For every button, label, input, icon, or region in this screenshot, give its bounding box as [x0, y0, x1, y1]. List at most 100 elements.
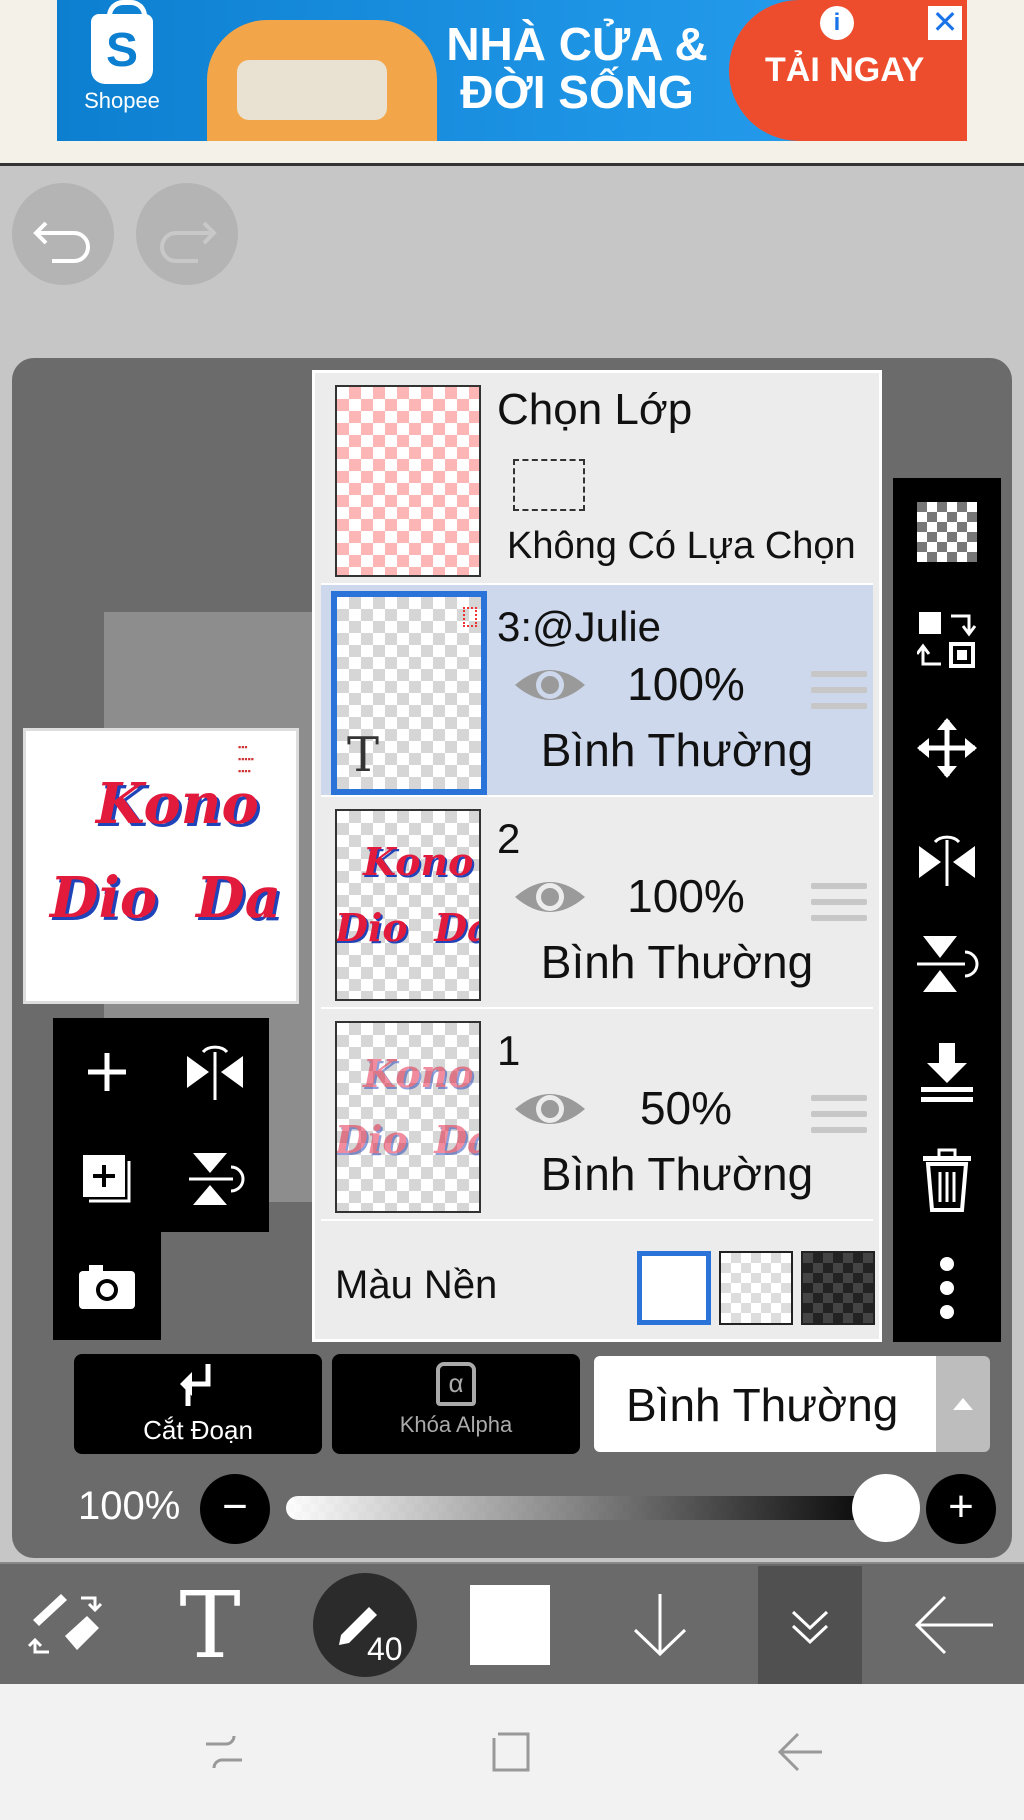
opacity-value-label: 100% — [78, 1484, 181, 1528]
layer-down-button[interactable] — [610, 1564, 710, 1686]
color-swatch — [470, 1585, 550, 1665]
layer-row-2[interactable]: Kono Dio Da 2 100% Bình Thường — [321, 797, 873, 1009]
system-back-icon[interactable] — [772, 1724, 828, 1780]
recent-apps-icon[interactable] — [196, 1724, 252, 1780]
arrow-left-icon — [914, 1595, 993, 1655]
arrow-down-icon — [633, 1594, 687, 1657]
drag-handle-icon[interactable] — [811, 1095, 867, 1139]
trash-icon — [923, 1148, 971, 1212]
thumb-text-line2: Dio Da — [335, 1117, 481, 1162]
ad-close-icon[interactable]: ✕ — [928, 6, 962, 40]
bg-white-swatch[interactable] — [637, 1251, 711, 1325]
brush-tool-button[interactable]: 40 — [300, 1564, 430, 1686]
layers-panel: Chọn Lớp Không Có Lựa Chọn T 3:@Julie 10… — [312, 370, 882, 1342]
drag-handle-icon[interactable] — [811, 671, 867, 715]
layer-thumbnail: Kono Dio Da — [335, 809, 481, 1001]
text-tool-button[interactable]: T — [155, 1564, 265, 1686]
blend-mode-select[interactable]: Bình Thường — [594, 1356, 990, 1452]
selection-status: Không Có Lựa Chọn — [507, 525, 856, 567]
text-layer-icon: T — [347, 727, 380, 783]
move-layer-icon — [917, 612, 977, 668]
more-options-button[interactable] — [893, 1234, 1001, 1342]
shopee-logo: S Shopee — [79, 0, 165, 126]
add-layer-button[interactable] — [53, 1018, 161, 1125]
selection-rect-icon — [513, 459, 585, 511]
ad-headline-line2: ĐỜI SỐNG — [460, 66, 694, 118]
transparency-button[interactable] — [893, 478, 1001, 586]
bottom-toolbar: T 40 — [0, 1562, 1024, 1684]
blend-mode-value: Bình Thường — [626, 1379, 899, 1431]
selection-tool-button[interactable] — [10, 1564, 120, 1686]
brush-size-value: 40 — [367, 1631, 403, 1667]
opacity-increase-button[interactable]: + — [926, 1474, 996, 1544]
background-color-label: Màu Nền — [335, 1263, 498, 1307]
flip-icon — [187, 1045, 243, 1100]
thumb-text-line1: Kono — [363, 839, 474, 884]
pen-eraser-icon — [27, 1594, 103, 1654]
thumb-text-line1: Kono — [363, 1051, 474, 1096]
layer-row-1[interactable]: Kono Dio Da 1 50% Bình Thường — [321, 1009, 873, 1221]
delete-layer-button[interactable] — [893, 1126, 1001, 1234]
layer-thumbnail: T — [331, 591, 487, 795]
brush-size-indicator: 40 — [313, 1573, 417, 1677]
layer-panel-toggle-button[interactable] — [758, 1566, 862, 1684]
layer-thumbnail: Kono Dio Da — [335, 1021, 481, 1213]
opacity-slider-knob[interactable] — [852, 1474, 920, 1542]
selection-title: Chọn Lớp — [497, 385, 693, 434]
preview-text-line2: Dio Da — [50, 865, 282, 931]
undo-icon — [33, 221, 90, 263]
layer-opacity: 100% — [627, 870, 745, 922]
color-button[interactable] — [460, 1564, 560, 1686]
redo-button[interactable] — [136, 183, 238, 285]
eye-icon[interactable] — [513, 661, 587, 709]
blend-mode-arrow[interactable] — [936, 1356, 990, 1452]
back-button[interactable] — [900, 1564, 1010, 1686]
eye-icon[interactable] — [513, 873, 587, 921]
eye-icon[interactable] — [513, 1085, 587, 1133]
flip-vertical-button[interactable] — [893, 910, 1001, 1018]
layer-name: 2 — [497, 815, 521, 862]
rotate-layer-button[interactable] — [161, 1125, 269, 1232]
duplicate-layer-button[interactable] — [53, 1125, 161, 1232]
clipping-button[interactable]: Cắt Đoạn — [74, 1354, 322, 1454]
ad-area: S Shopee NHÀ CỬA & ĐỜI SỐNG TẢI NGAY i ✕ — [0, 0, 1024, 166]
opacity-decrease-button[interactable]: − — [200, 1474, 270, 1544]
layer-blend-mode: Bình Thường — [540, 1148, 814, 1200]
text-mark-icon — [463, 607, 477, 627]
ad-info-icon[interactable]: i — [820, 6, 854, 40]
camera-icon — [79, 1264, 135, 1309]
chevrons-down-icon — [791, 1610, 829, 1645]
canvas-preview: Kono Dio Da ▪▪▪ ▪▪▪▪▪ ▪▪▪▪ — [23, 728, 299, 1004]
right-tool-strip — [893, 478, 1001, 1342]
lock-icon: α — [436, 1362, 476, 1406]
flip-horizontal-button[interactable] — [893, 802, 1001, 910]
flip-canvas-button[interactable] — [161, 1018, 269, 1125]
camera-button[interactable] — [53, 1232, 161, 1339]
move-icon — [917, 718, 977, 778]
rotate-icon — [189, 1152, 245, 1205]
ad-brand: Shopee — [84, 88, 160, 113]
add-layer-icon — [88, 1052, 126, 1091]
background-color-row: Màu Nền — [321, 1231, 875, 1339]
merge-down-button[interactable] — [893, 1018, 1001, 1126]
bg-dark-swatch[interactable] — [801, 1251, 875, 1325]
opacity-slider-track[interactable] — [286, 1496, 890, 1520]
layer-row-3[interactable]: T 3:@Julie 100% Bình Thường — [321, 585, 873, 797]
move-button[interactable] — [893, 694, 1001, 802]
layer-opacity: 100% — [627, 658, 745, 710]
bg-transparent-swatch[interactable] — [719, 1251, 793, 1325]
undo-button[interactable] — [12, 183, 114, 285]
system-navigation-bar — [0, 1684, 1024, 1820]
add-copy-icon — [83, 1154, 131, 1202]
drag-handle-icon[interactable] — [811, 883, 867, 927]
clipping-icon — [180, 1364, 211, 1406]
alpha-lock-button[interactable]: α Khóa Alpha — [332, 1354, 580, 1454]
move-layer-button[interactable] — [893, 586, 1001, 694]
flip-horizontal-icon — [919, 835, 975, 886]
preview-credit-mark: ▪▪▪ ▪▪▪▪▪ ▪▪▪▪ — [238, 742, 254, 776]
home-icon[interactable] — [484, 1724, 540, 1780]
layer-name: 1 — [497, 1027, 521, 1074]
layer-blend-mode: Bình Thường — [540, 936, 814, 988]
checker-icon — [917, 502, 977, 562]
selection-layer-row[interactable]: Chọn Lớp Không Có Lựa Chọn — [321, 373, 873, 585]
